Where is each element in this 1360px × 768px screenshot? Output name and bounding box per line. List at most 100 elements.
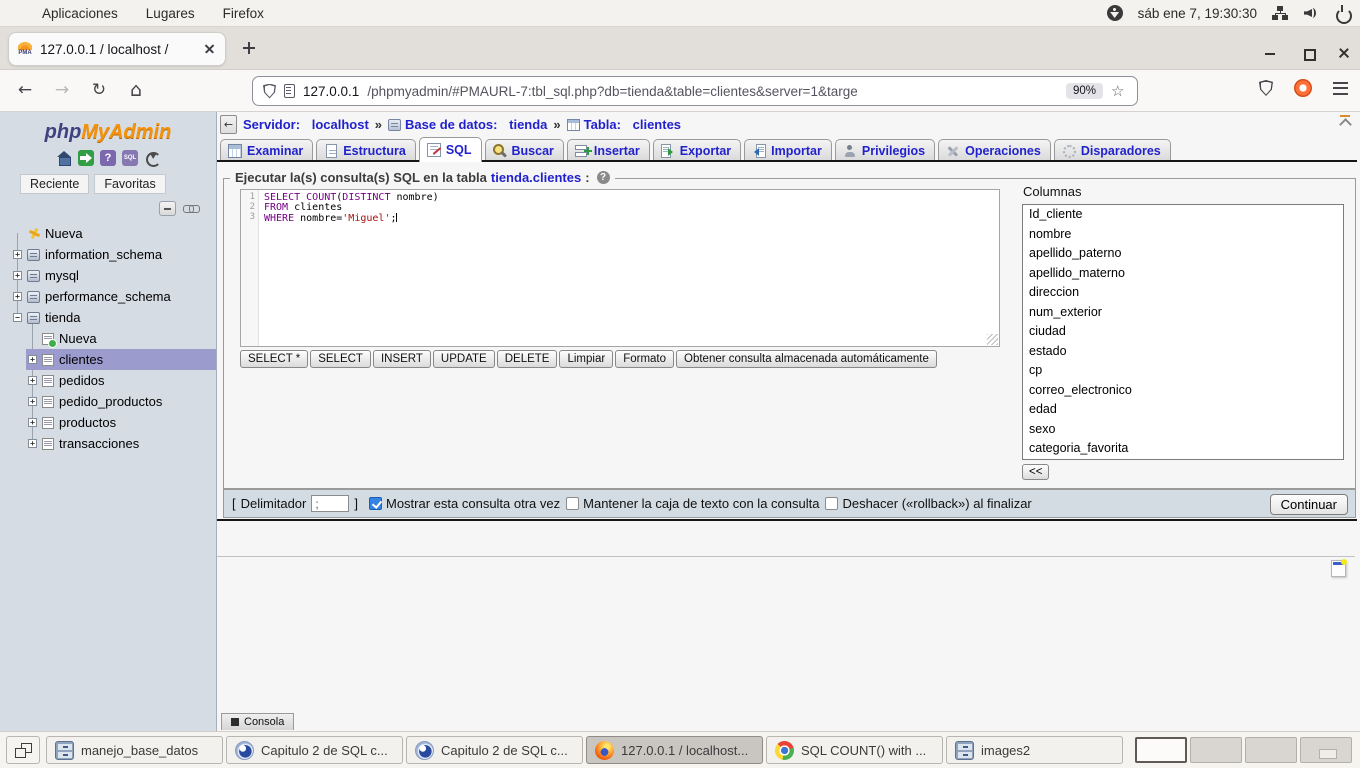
tree-item-nueva[interactable]: Nueva [0,328,216,349]
help-icon[interactable] [100,150,116,166]
new-tab-button[interactable] [240,39,258,57]
tab-operaciones[interactable]: Operaciones [938,139,1051,162]
column-option[interactable]: apellido_materno [1023,264,1343,284]
clock[interactable]: sáb ene 7, 19:30:30 [1138,6,1257,21]
taskbar-window-127-0-0-1-localhost[interactable]: 127.0.0.1 / localhost... [586,736,763,764]
taskbar-window-images2[interactable]: images2 [946,736,1123,764]
tab-insertar[interactable]: Insertar [567,139,650,162]
reload-button[interactable] [88,77,110,103]
tree-expander-icon[interactable]: + [28,355,37,364]
url-bar[interactable]: 127.0.0.1 /phpmyadmin/#PMAURL-7:tbl_sql.… [252,76,1138,106]
volume-icon[interactable] [1303,5,1319,21]
tree-expander-icon[interactable]: + [13,271,22,280]
query-button-update[interactable]: UPDATE [433,350,495,368]
collapse-sidebar-button[interactable] [220,115,237,134]
column-option[interactable]: correo_electronico [1023,381,1343,401]
browser-tab[interactable]: 127.0.0.1 / localhost / [8,32,226,66]
open-new-window-icon[interactable] [1331,560,1346,577]
home-button[interactable] [125,77,147,103]
tree-item-pedidos[interactable]: +pedidos [0,370,216,391]
column-option[interactable]: num_exterior [1023,303,1343,323]
table-link[interactable]: tienda.clientes [491,170,581,185]
collapse-all-button[interactable] [159,201,176,216]
checkbox-icon[interactable] [369,497,382,510]
column-option[interactable]: nombre [1023,225,1343,245]
query-button-obtener-consulta-almacenada-autom-ticamente[interactable]: Obtener consulta almacenada automáticame… [676,350,937,368]
query-button-select[interactable]: SELECT [310,350,371,368]
checkbox-mostrar-esta-consulta-otra-vez[interactable]: Mostrar esta consulta otra vez [369,496,560,511]
workspace-switcher-button[interactable] [6,736,40,764]
column-option[interactable]: ciudad [1023,322,1343,342]
bookmark-star-icon[interactable] [1111,82,1127,100]
sql-editor-code[interactable]: SELECT COUNT(DISTINCT nombre)FROM client… [259,190,999,346]
window-minimize-button[interactable] [1262,45,1278,61]
tab-privilegios[interactable]: Privilegios [835,139,935,162]
editor-resize-handle[interactable] [987,334,998,345]
column-option[interactable]: sexo [1023,420,1343,440]
tab-importar[interactable]: Importar [744,139,832,162]
help-question-icon[interactable] [597,171,610,184]
tab-sql[interactable]: SQL [419,137,482,162]
favorite-tables-tab[interactable]: Favoritas [94,174,165,194]
refresh-icon[interactable] [144,150,160,166]
console-toggle[interactable]: Consola [221,713,294,730]
window-close-button[interactable] [1336,45,1352,61]
column-option[interactable]: direccion [1023,283,1343,303]
insert-columns-button[interactable]: << [1022,464,1049,480]
recent-tables-tab[interactable]: Reciente [20,174,89,194]
tab-exportar[interactable]: Exportar [653,139,741,162]
hamburger-menu-icon[interactable] [1333,82,1348,95]
logout-icon[interactable] [78,150,94,166]
workspace-3[interactable] [1245,737,1297,763]
page-info-icon[interactable] [284,84,295,98]
tree-expander-icon[interactable]: + [28,439,37,448]
home-icon[interactable] [56,150,72,166]
column-option[interactable]: edad [1023,400,1343,420]
query-button-delete[interactable]: DELETE [497,350,558,368]
checkbox-mantener-la-caja-de-texto-con-la-consulta[interactable]: Mantener la caja de texto con la consult… [566,496,819,511]
workspace-1[interactable] [1135,737,1187,763]
checkbox-icon[interactable] [825,497,838,510]
tree-expander-icon[interactable]: + [13,292,22,301]
go-button[interactable]: Continuar [1270,494,1348,515]
window-maximize-button[interactable] [1300,45,1316,61]
checkbox-icon[interactable] [566,497,579,510]
phpmyadmin-logo[interactable]: phpMyAdmin [0,121,216,144]
query-button-select[interactable]: SELECT * [240,350,308,368]
accessibility-icon[interactable] [1107,5,1123,21]
tab-buscar[interactable]: Buscar [485,139,564,162]
tree-expander-icon[interactable]: + [13,250,22,259]
forward-button[interactable] [51,77,73,103]
workspace-4[interactable] [1300,737,1352,763]
query-button-limpiar[interactable]: Limpiar [559,350,613,368]
query-button-formato[interactable]: Formato [615,350,674,368]
tree-item-performance-schema[interactable]: +performance_schema [0,286,216,307]
menu-lugares[interactable]: Lugares [146,6,195,21]
workspace-2[interactable] [1190,737,1242,763]
tree-item-tienda[interactable]: −tienda [0,307,216,328]
tree-item-pedido-productos[interactable]: +pedido_productos [0,391,216,412]
column-option[interactable]: apellido_paterno [1023,244,1343,264]
power-icon[interactable] [1334,5,1350,21]
sql-editor[interactable]: 123 SELECT COUNT(DISTINCT nombre)FROM cl… [240,189,1000,347]
menu-aplicaciones[interactable]: Aplicaciones [42,6,118,21]
tree-expander-icon[interactable]: + [28,418,37,427]
tracking-protection-shield-icon[interactable] [263,84,276,99]
menu-firefox[interactable]: Firefox [223,6,264,21]
tree-item-mysql[interactable]: +mysql [0,265,216,286]
back-button[interactable] [14,77,36,103]
tree-item-information-schema[interactable]: +information_schema [0,244,216,265]
delimiter-input[interactable] [311,495,349,512]
sql-window-icon[interactable] [122,150,138,166]
tree-expander-icon[interactable]: + [28,397,37,406]
shield-icon[interactable] [1259,80,1273,96]
link-icon[interactable] [183,203,200,214]
taskbar-window-manejo-base-datos[interactable]: manejo_base_datos [46,736,223,764]
network-icon[interactable] [1272,5,1288,21]
tree-item-clientes[interactable]: +clientes [0,349,216,370]
taskbar-window-capitulo-2-de-sql-c[interactable]: Capitulo 2 de SQL c... [406,736,583,764]
column-option[interactable]: Id_cliente [1023,205,1343,225]
checkbox-deshacer-rollback-al-finalizar[interactable]: Deshacer («rollback») al finalizar [825,496,1031,511]
tree-item-transacciones[interactable]: +transacciones [0,433,216,454]
breadcrumb-database-link[interactable]: Base de datos: tienda [388,117,547,132]
